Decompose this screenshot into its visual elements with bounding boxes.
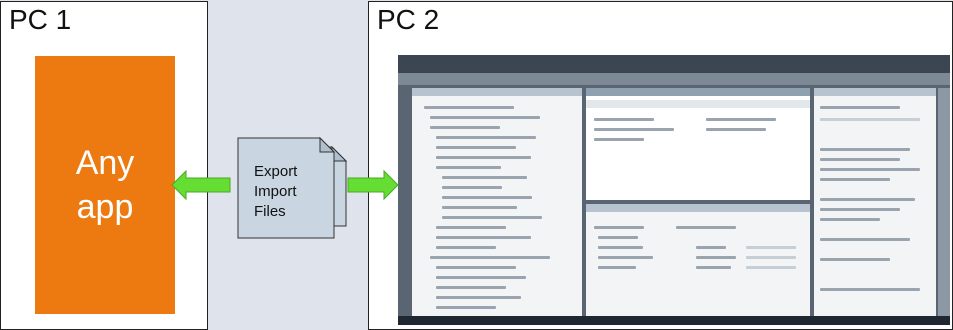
files-line2: Import (254, 183, 297, 200)
files-line3: Files (254, 203, 286, 220)
right-double-arrow (347, 169, 399, 201)
left-double-arrow (171, 169, 231, 201)
transfer-diagram: Export Import Files (171, 136, 399, 239)
files-line1: Export (254, 163, 298, 180)
